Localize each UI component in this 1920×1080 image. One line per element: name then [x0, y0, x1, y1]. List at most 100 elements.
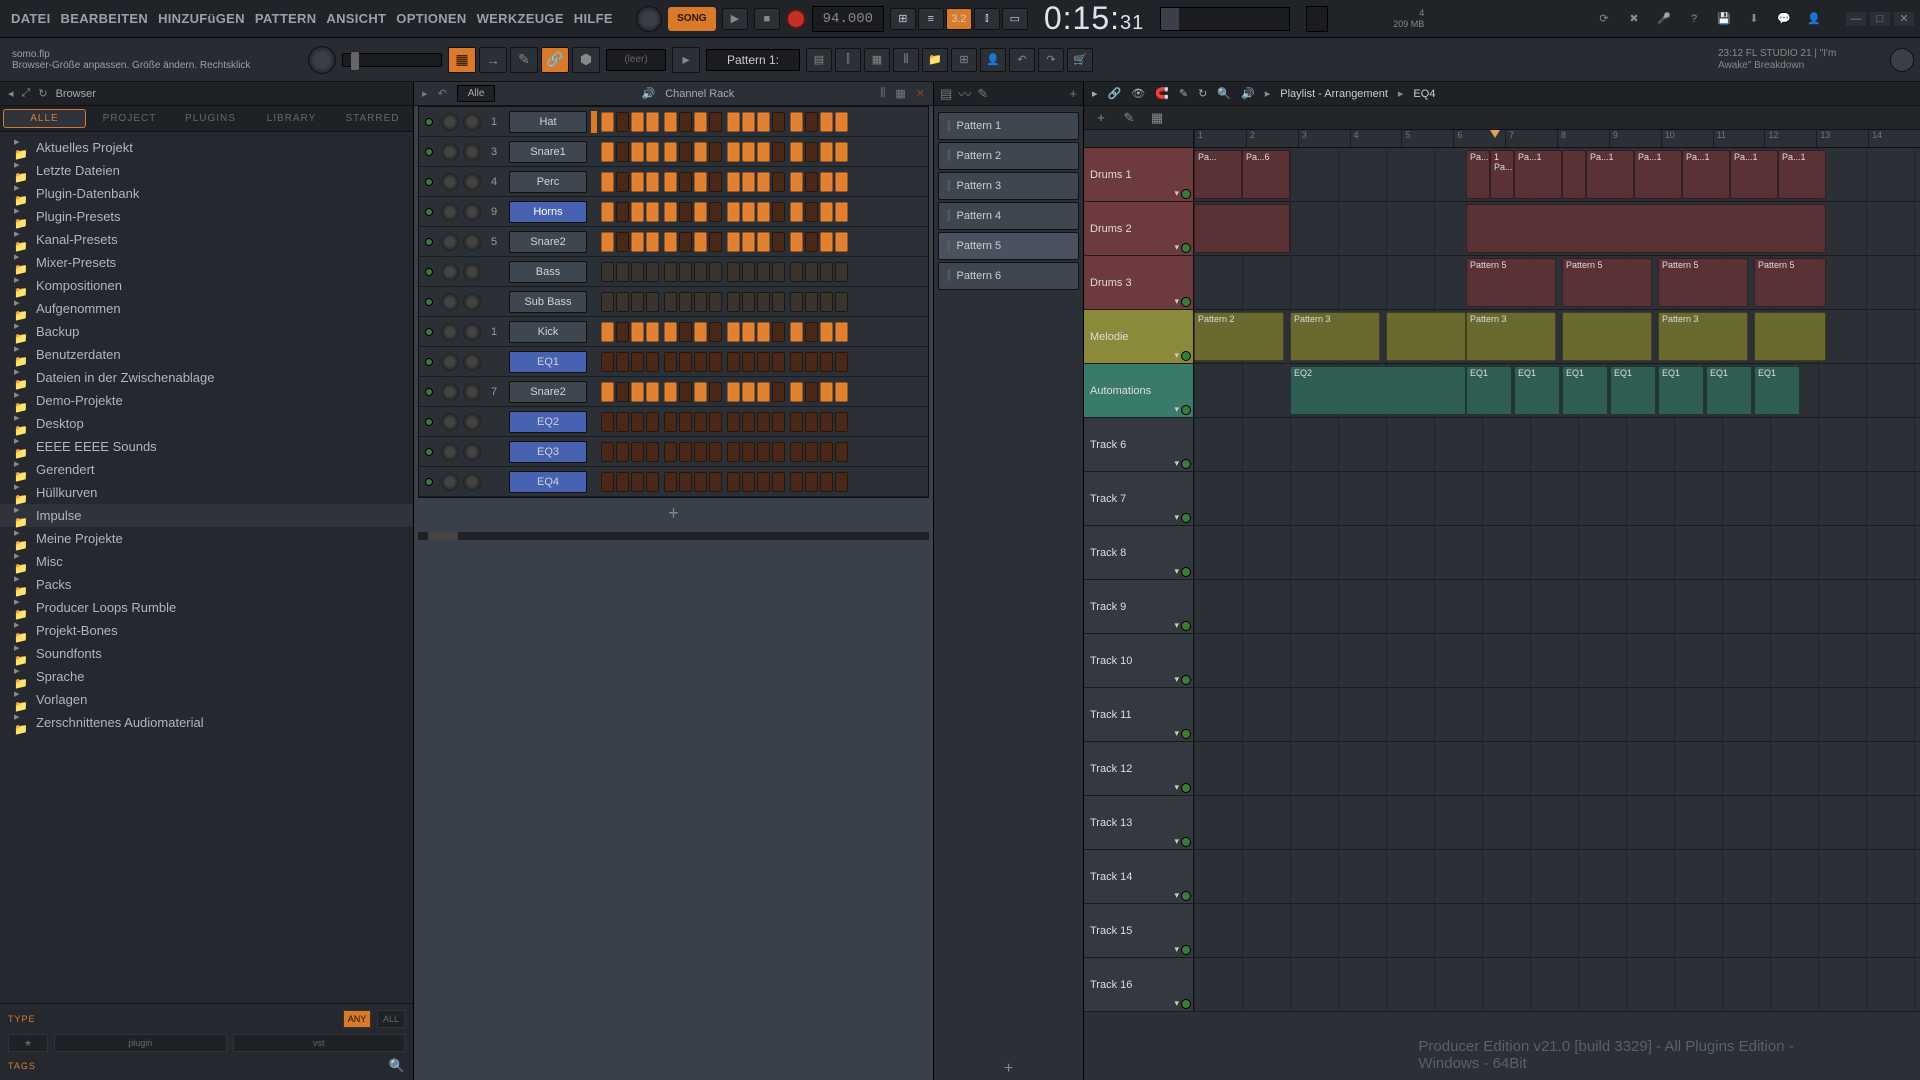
browser-item[interactable]: ▸📁Benutzerdaten	[0, 343, 413, 366]
step-button[interactable]	[664, 322, 677, 342]
menu-ansicht[interactable]: ANSICHT	[321, 11, 391, 26]
track-header[interactable]: Track 15▾	[1084, 904, 1194, 957]
pl-pencil-tool[interactable]: ✎	[1118, 109, 1140, 127]
step-button[interactable]	[757, 142, 770, 162]
pattern-item[interactable]: ⫿Pattern 5	[938, 232, 1079, 260]
step-button[interactable]	[805, 172, 818, 192]
step-icon[interactable]: ▦	[895, 87, 905, 100]
track-mute[interactable]	[1181, 567, 1191, 577]
clip[interactable]: Pattern 3	[1290, 312, 1380, 361]
channel-led[interactable]	[425, 208, 433, 216]
step-button[interactable]	[601, 232, 614, 252]
snap-btn-1[interactable]: ▦	[448, 47, 476, 73]
step-button[interactable]	[646, 112, 659, 132]
browser-item[interactable]: ▸📁Dateien in der Zwischenablage	[0, 366, 413, 389]
browser-item[interactable]: ▸📁Sprache	[0, 665, 413, 688]
view-pianoroll[interactable]: ⫿	[835, 48, 861, 72]
clip[interactable]: Pa...1	[1778, 150, 1826, 199]
channel-route[interactable]: 1	[483, 326, 505, 338]
step-button[interactable]	[694, 322, 707, 342]
step-button[interactable]	[742, 352, 755, 372]
record-button[interactable]	[786, 9, 806, 29]
channel-pan-knob[interactable]	[441, 113, 459, 131]
step-button[interactable]	[664, 262, 677, 282]
browser-item[interactable]: ▸📁Vorlagen	[0, 688, 413, 711]
step-button[interactable]	[664, 382, 677, 402]
step-button[interactable]	[709, 382, 722, 402]
minimize-button[interactable]: —	[1846, 12, 1866, 26]
channel-vol-knob[interactable]	[463, 263, 481, 281]
step-button[interactable]	[835, 322, 848, 342]
step-button[interactable]	[820, 382, 833, 402]
step-button[interactable]	[694, 382, 707, 402]
step-button[interactable]	[727, 232, 740, 252]
step-button[interactable]	[616, 352, 629, 372]
mode-btn-2[interactable]: ≡	[918, 8, 944, 30]
step-button[interactable]	[679, 292, 692, 312]
step-button[interactable]	[757, 382, 770, 402]
channel-route[interactable]: 4	[483, 176, 505, 188]
step-button[interactable]	[664, 172, 677, 192]
step-button[interactable]	[709, 412, 722, 432]
step-button[interactable]	[694, 412, 707, 432]
step-button[interactable]	[601, 412, 614, 432]
clip[interactable]: EQ1	[1514, 366, 1560, 415]
step-button[interactable]	[757, 472, 770, 492]
step-button[interactable]	[694, 442, 707, 462]
step-button[interactable]	[679, 112, 692, 132]
step-button[interactable]	[631, 352, 644, 372]
step-button[interactable]	[679, 142, 692, 162]
view-mixer[interactable]: ⫼	[893, 48, 919, 72]
channel-route[interactable]: 5	[483, 236, 505, 248]
sec-knob-1[interactable]	[308, 46, 336, 74]
track-fold-icon[interactable]: ▾	[1174, 944, 1179, 955]
step-button[interactable]	[835, 172, 848, 192]
channel-vol-knob[interactable]	[463, 143, 481, 161]
step-button[interactable]	[601, 322, 614, 342]
track-mute[interactable]	[1181, 729, 1191, 739]
step-button[interactable]	[772, 442, 785, 462]
channel-route[interactable]: 1	[483, 116, 505, 128]
step-button[interactable]	[790, 202, 803, 222]
track-header[interactable]: Drums 2▾	[1084, 202, 1194, 255]
step-button[interactable]	[820, 292, 833, 312]
mode-btn-3[interactable]: 3.2	[946, 8, 972, 30]
view-tempo[interactable]: 👤	[980, 48, 1006, 72]
step-button[interactable]	[835, 412, 848, 432]
step-button[interactable]	[757, 292, 770, 312]
step-button[interactable]	[727, 412, 740, 432]
snap-btn-4[interactable]: 🔗	[541, 47, 569, 73]
step-button[interactable]	[835, 352, 848, 372]
step-button[interactable]	[727, 172, 740, 192]
export-icon[interactable]: ⬇	[1742, 7, 1766, 31]
clip[interactable]	[1754, 312, 1826, 361]
step-button[interactable]	[772, 232, 785, 252]
mode-btn-4[interactable]: ⫾	[974, 8, 1000, 30]
step-button[interactable]	[664, 412, 677, 432]
step-button[interactable]	[601, 262, 614, 282]
track-area[interactable]	[1194, 742, 1920, 795]
pat-wave-icon[interactable]: 〰	[958, 84, 971, 103]
track-area[interactable]: EQ2EQ1EQ1EQ1EQ1EQ1EQ1EQ1	[1194, 364, 1920, 417]
step-button[interactable]	[709, 172, 722, 192]
clip[interactable]	[1562, 150, 1586, 199]
step-button[interactable]	[646, 442, 659, 462]
save-icon[interactable]: 💾	[1712, 7, 1736, 31]
channel-vol-knob[interactable]	[463, 233, 481, 251]
channel-name[interactable]: EQ4	[509, 471, 587, 493]
track-mute[interactable]	[1181, 513, 1191, 523]
channel-vol-knob[interactable]	[463, 473, 481, 491]
step-button[interactable]	[820, 172, 833, 192]
step-button[interactable]	[616, 412, 629, 432]
step-button[interactable]	[601, 472, 614, 492]
chanrack-scrollbar[interactable]	[418, 532, 929, 540]
track-header[interactable]: Track 8▾	[1084, 526, 1194, 579]
clip[interactable]: Pa...1	[1586, 150, 1634, 199]
clip[interactable]: EQ1	[1466, 366, 1512, 415]
step-button[interactable]	[820, 322, 833, 342]
browser-item[interactable]: ▸📁Plugin-Datenbank	[0, 182, 413, 205]
track-header[interactable]: Melodie▾	[1084, 310, 1194, 363]
time-counter[interactable]: 0:15:31	[1044, 0, 1144, 37]
pl-tool-icon[interactable]: ✎	[1179, 87, 1188, 100]
view-browser[interactable]: 📁	[922, 48, 948, 72]
